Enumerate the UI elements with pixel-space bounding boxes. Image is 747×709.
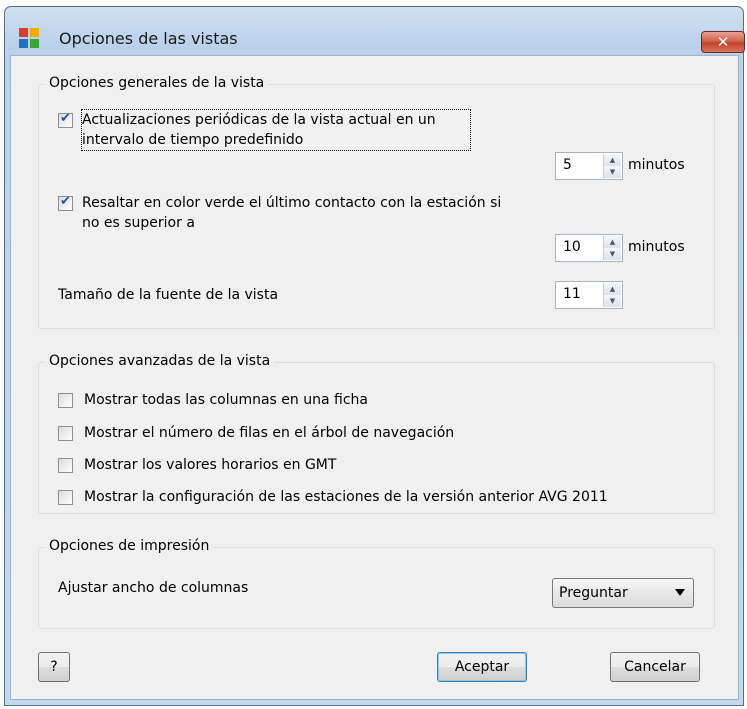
spin-down-icon[interactable]: ▼ — [604, 166, 621, 178]
periodic-update-value: 5 — [563, 157, 572, 173]
highlight-green-line1: Resaltar en color verde el último contac… — [82, 195, 502, 211]
show-all-columns-checkbox[interactable] — [58, 393, 73, 408]
window-title: Opciones de las vistas — [59, 29, 238, 48]
avg-logo-icon — [19, 28, 39, 48]
font-size-spinner[interactable]: 11 ▲ ▼ — [555, 281, 623, 309]
highlight-green-interval-spinner[interactable]: 10 ▲ ▼ — [555, 234, 623, 262]
periodic-update-line1: Actualizaciones periódicas de la vista a… — [82, 112, 436, 128]
group-title-print: Opciones de impresión — [45, 538, 214, 554]
highlight-green-line2: no es superior a — [82, 215, 195, 231]
spinner-buttons: ▲ ▼ — [603, 236, 621, 260]
font-size-value: 11 — [563, 286, 581, 302]
spinner-buttons: ▲ ▼ — [603, 283, 621, 307]
periodic-update-checkbox[interactable] — [58, 111, 73, 128]
show-avg2011-config-checkbox[interactable] — [58, 490, 73, 505]
show-gmt-checkbox[interactable] — [58, 458, 73, 473]
highlight-green-unit: minutos — [628, 239, 685, 255]
spinner-buttons: ▲ ▼ — [603, 154, 621, 178]
close-icon: ✕ — [716, 33, 730, 51]
adjust-columns-dropdown[interactable]: Preguntar — [552, 578, 694, 608]
font-size-label: Tamaño de la fuente de la vista — [58, 287, 279, 303]
adjust-columns-selected: Preguntar — [559, 585, 628, 601]
show-gmt-label[interactable]: Mostrar los valores horarios en GMT — [84, 455, 336, 475]
periodic-update-label[interactable]: Actualizaciones periódicas de la vista a… — [81, 109, 471, 151]
help-button[interactable]: ? — [38, 652, 70, 682]
highlight-green-value: 10 — [563, 239, 581, 255]
close-button[interactable]: ✕ — [701, 31, 745, 53]
show-all-columns-label[interactable]: Mostrar todas las columnas en una ficha — [84, 390, 368, 410]
highlight-green-label[interactable]: Resaltar en color verde el último contac… — [82, 193, 542, 233]
spin-down-icon[interactable]: ▼ — [604, 295, 621, 307]
highlight-green-checkbox[interactable] — [58, 194, 73, 211]
show-row-count-label[interactable]: Mostrar el número de filas en el árbol d… — [84, 423, 454, 443]
spin-down-icon[interactable]: ▼ — [604, 248, 621, 260]
cancel-button[interactable]: Cancelar — [610, 652, 700, 682]
chevron-down-icon — [675, 589, 685, 596]
periodic-update-interval-spinner[interactable]: 5 ▲ ▼ — [555, 152, 623, 180]
accept-button[interactable]: Aceptar — [437, 652, 527, 682]
group-title-general: Opciones generales de la vista — [45, 75, 269, 91]
adjust-columns-label: Ajustar ancho de columnas — [58, 580, 249, 596]
periodic-update-line2: intervalo de tiempo predefinido — [82, 132, 304, 148]
show-avg2011-config-label[interactable]: Mostrar la configuración de las estacion… — [84, 487, 608, 507]
periodic-update-unit: minutos — [628, 157, 685, 173]
group-title-advanced: Opciones avanzadas de la vista — [45, 353, 275, 369]
show-row-count-checkbox[interactable] — [58, 426, 73, 441]
